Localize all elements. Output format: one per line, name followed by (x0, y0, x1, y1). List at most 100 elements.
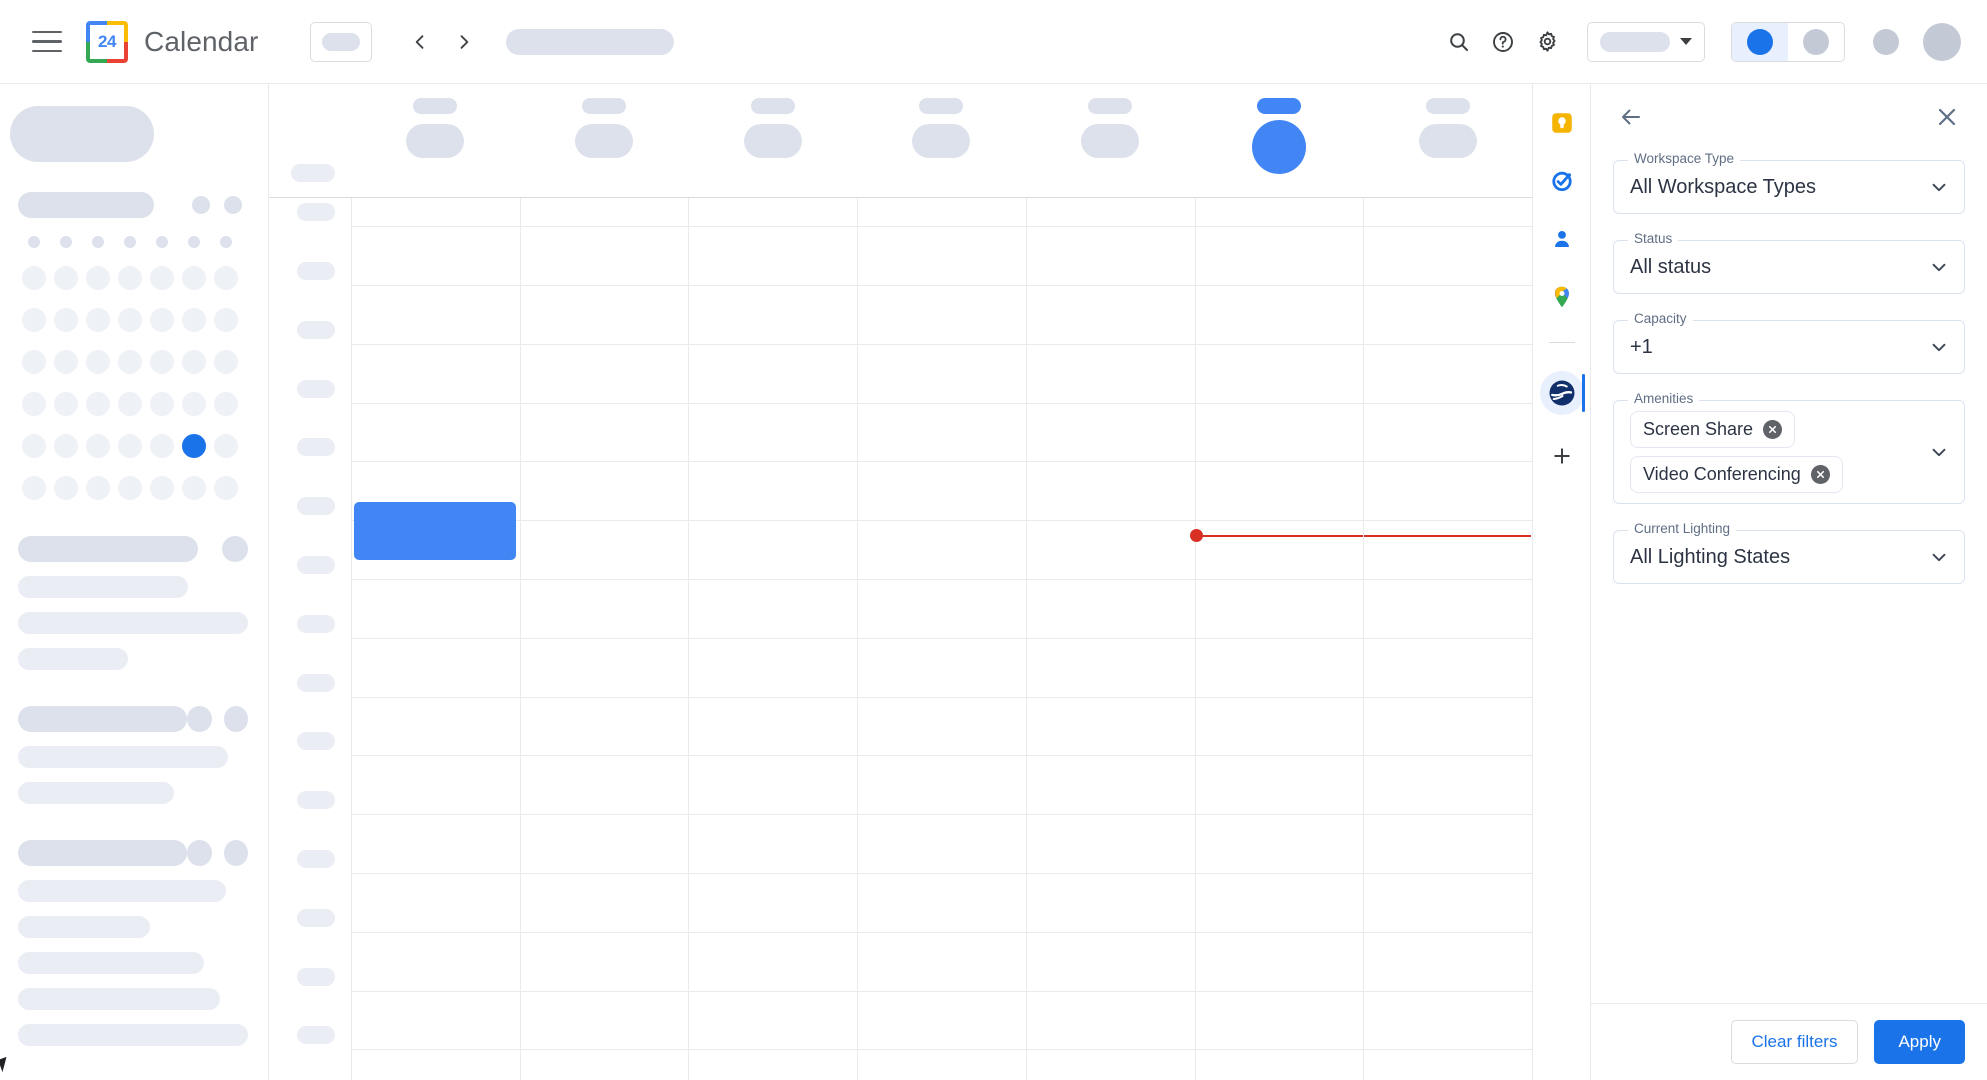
day-column[interactable] (351, 198, 520, 1080)
chevron-down-icon[interactable] (1928, 336, 1950, 358)
mini-calendar-day[interactable] (22, 350, 46, 374)
day-column[interactable] (1363, 198, 1532, 1080)
mini-calendar-day[interactable] (150, 434, 174, 458)
mini-calendar-day[interactable] (22, 392, 46, 416)
list-item[interactable] (18, 576, 248, 598)
maps-icon[interactable] (1545, 280, 1579, 314)
mini-calendar-day[interactable] (54, 434, 78, 458)
mini-calendar-day[interactable] (118, 350, 142, 374)
day-column[interactable] (519, 198, 689, 1080)
sidebar-section-header[interactable] (18, 840, 249, 866)
tasks-icon[interactable] (1545, 164, 1579, 198)
mini-calendar-day[interactable] (150, 350, 174, 374)
apps-grid-icon[interactable] (1873, 28, 1899, 55)
mini-calendar-day[interactable] (86, 350, 110, 374)
close-icon[interactable] (1929, 99, 1965, 135)
mini-calendar-day[interactable] (214, 392, 238, 416)
list-item[interactable] (18, 782, 248, 804)
mini-calendar-day[interactable] (214, 266, 238, 290)
mini-calendar-next-icon[interactable] (224, 196, 242, 214)
mini-calendar-day[interactable] (86, 308, 110, 332)
filter-field-amenities[interactable]: Amenities Screen Share Video Conferencing (1613, 392, 1965, 504)
apply-button[interactable]: Apply (1874, 1020, 1965, 1064)
day-column[interactable] (688, 198, 857, 1080)
add-app-button[interactable] (1545, 439, 1579, 473)
chevron-left-icon[interactable] (400, 22, 440, 62)
amenity-chip[interactable]: Screen Share (1630, 411, 1796, 448)
sidebar-section-action-button[interactable] (187, 706, 212, 732)
list-item[interactable] (18, 880, 248, 902)
sidebar-section-action-button[interactable] (187, 840, 212, 866)
calendar-event[interactable] (354, 502, 516, 561)
mini-calendar-day[interactable] (86, 392, 110, 416)
mini-calendar-day[interactable] (22, 476, 46, 500)
filter-field-control[interactable]: Screen Share Video Conferencing (1614, 401, 1964, 503)
mini-calendar-day[interactable] (182, 266, 206, 290)
chevron-down-icon[interactable] (1928, 546, 1950, 568)
mini-calendar-day[interactable] (22, 266, 46, 290)
mini-calendar-day[interactable] (214, 308, 238, 332)
mini-calendar-day[interactable] (86, 476, 110, 500)
mini-calendar-day[interactable] (86, 266, 110, 290)
filter-field-control[interactable]: All Workspace Types (1614, 161, 1964, 213)
mini-calendar-day[interactable] (54, 308, 78, 332)
workspace-booking-app-icon[interactable] (1539, 371, 1585, 415)
mini-calendar-day[interactable] (22, 434, 46, 458)
day-columns[interactable] (351, 198, 1532, 1080)
calendar-time-grid[interactable] (269, 198, 1532, 1080)
filter-field-workspace-type[interactable]: Workspace Type All Workspace Types (1613, 152, 1965, 214)
mini-calendar-day[interactable] (182, 350, 206, 374)
help-circle-icon[interactable] (1481, 20, 1525, 64)
list-item[interactable] (18, 916, 248, 938)
mini-calendar-day[interactable] (54, 350, 78, 374)
filter-field-control[interactable]: All Lighting States (1614, 531, 1964, 583)
mini-calendar-day[interactable] (214, 350, 238, 374)
mini-calendar-day[interactable] (118, 392, 142, 416)
list-item[interactable] (18, 612, 248, 634)
remove-chip-icon[interactable] (1810, 465, 1830, 484)
back-arrow-icon[interactable] (1613, 99, 1649, 135)
chevron-down-icon[interactable] (1928, 256, 1950, 278)
chevron-down-icon[interactable] (1928, 441, 1950, 463)
clear-filters-button[interactable]: Clear filters (1730, 1020, 1859, 1064)
mini-calendar-day[interactable] (54, 392, 78, 416)
keep-icon[interactable] (1545, 106, 1579, 140)
sidebar-section-header[interactable] (18, 536, 248, 562)
filter-field-capacity[interactable]: Capacity +1 (1613, 312, 1965, 374)
density-toggle-option-2[interactable] (1788, 22, 1844, 61)
mini-calendar-today[interactable] (182, 434, 206, 458)
filter-field-control[interactable]: +1 (1614, 321, 1964, 373)
filter-field-status[interactable]: Status All status (1613, 232, 1965, 294)
today-button[interactable] (310, 21, 373, 62)
mini-calendar-day[interactable] (22, 308, 46, 332)
chevron-right-icon[interactable] (444, 22, 484, 62)
list-item[interactable] (18, 648, 248, 670)
list-item[interactable] (18, 1024, 248, 1046)
mini-calendar-day[interactable] (150, 266, 174, 290)
remove-chip-icon[interactable] (1763, 420, 1783, 439)
mini-calendar-day[interactable] (54, 476, 78, 500)
list-item[interactable] (18, 952, 248, 974)
mini-calendar-day[interactable] (182, 392, 206, 416)
mini-calendar-day[interactable] (150, 392, 174, 416)
mini-calendar-day[interactable] (182, 308, 206, 332)
mini-calendar-day[interactable] (214, 434, 238, 458)
density-toggle-option-1[interactable] (1732, 22, 1788, 61)
mini-calendar-day[interactable] (182, 476, 206, 500)
mini-calendar-day[interactable] (118, 434, 142, 458)
filter-field-current-lighting[interactable]: Current Lighting All Lighting States (1613, 522, 1965, 584)
mini-calendar-day[interactable] (118, 266, 142, 290)
mini-calendar-prev-icon[interactable] (192, 196, 210, 214)
sidebar-section-header[interactable] (18, 706, 249, 732)
sidebar-section-action-button[interactable] (223, 706, 249, 732)
sidebar-section-action-button[interactable] (222, 536, 248, 562)
mini-calendar-day[interactable] (150, 308, 174, 332)
mini-calendar-day[interactable] (150, 476, 174, 500)
day-column[interactable] (857, 198, 1026, 1080)
create-event-button[interactable] (10, 106, 154, 162)
mini-calendar-day[interactable] (86, 434, 110, 458)
amenity-chip[interactable]: Video Conferencing (1630, 456, 1843, 493)
mini-calendar-day[interactable] (214, 476, 238, 500)
chevron-down-icon[interactable] (1928, 176, 1950, 198)
filter-field-control[interactable]: All status (1614, 241, 1964, 293)
